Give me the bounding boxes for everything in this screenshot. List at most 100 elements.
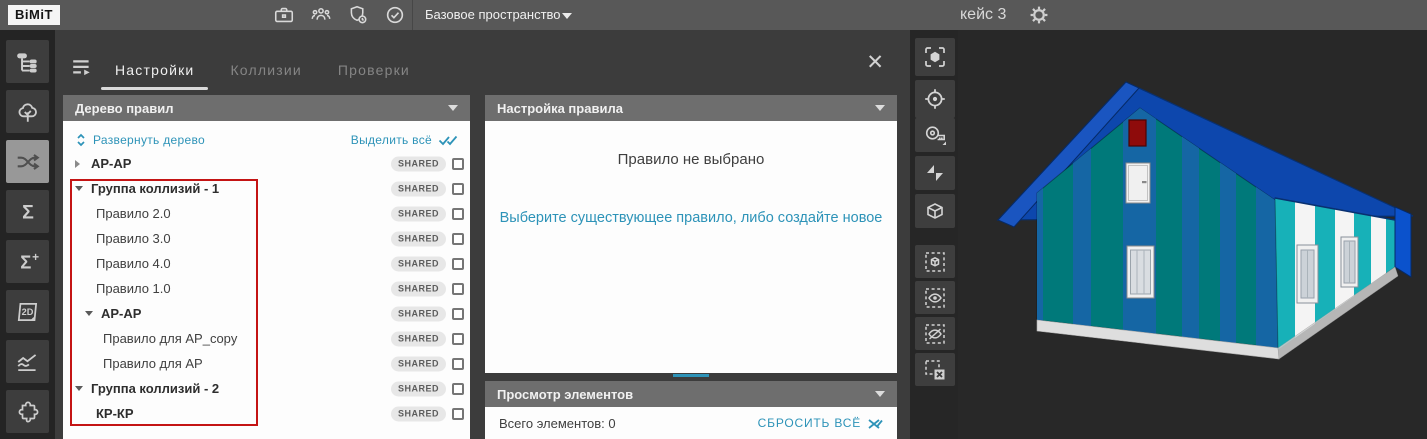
2d-view-icon[interactable]: 2D: [6, 290, 49, 333]
expander-expanded-icon[interactable]: [75, 386, 91, 391]
tree-row-label: АР-АР: [91, 156, 132, 171]
row-checkbox[interactable]: [452, 332, 464, 345]
red-attic-window: [1128, 119, 1147, 147]
tape-measure-icon[interactable]: [915, 118, 955, 152]
show-eye-icon[interactable]: [915, 281, 955, 314]
rule-empty-hint[interactable]: Выберите существующее правило, либо созд…: [485, 210, 897, 226]
shield-clock-icon[interactable]: [346, 3, 370, 27]
house-door: [1125, 162, 1151, 204]
users-icon[interactable]: [309, 3, 333, 27]
expander-expanded-icon[interactable]: [85, 311, 101, 316]
application-window: BiMiT Базовое пространство кейс 3 Σ Σ + …: [0, 0, 1427, 439]
tree-row[interactable]: Правило для АР SHARED: [63, 351, 470, 376]
svg-text:Σ: Σ: [22, 201, 34, 223]
trend-lines-icon[interactable]: [6, 340, 49, 383]
elements-view-body: Всего элементов: 0 СБРОСИТЬ ВСЁ: [485, 407, 897, 439]
tree-row[interactable]: Правило 2.0 SHARED: [63, 201, 470, 226]
tree-row[interactable]: КР-КР SHARED: [63, 401, 470, 426]
tab-collisions[interactable]: Коллизии: [216, 54, 315, 90]
tree-row[interactable]: АР-АР SHARED: [63, 301, 470, 326]
svg-text:+: +: [32, 249, 39, 263]
expand-tree-icon: [77, 133, 85, 146]
puzzle-icon[interactable]: [6, 390, 49, 433]
tree-row[interactable]: Правило для АР_copy SHARED: [63, 326, 470, 351]
tab-checks[interactable]: Проверки: [324, 54, 424, 90]
tree-row[interactable]: Правило 4.0 SHARED: [63, 251, 470, 276]
rule-empty-title: Правило не выбрано: [617, 151, 765, 168]
row-checkbox[interactable]: [452, 382, 464, 395]
row-checkbox[interactable]: [452, 207, 464, 220]
tree-row[interactable]: АР-АР SHARED: [63, 151, 470, 176]
collapse-caret-icon[interactable]: [875, 105, 885, 111]
total-elements-label: Всего элементов: 0: [499, 415, 616, 431]
select-all-label: Выделить всё: [350, 132, 432, 147]
house-roof-fascia: [1394, 206, 1412, 278]
hierarchy-tree-icon[interactable]: [6, 40, 49, 83]
clear-selection-icon[interactable]: [915, 353, 955, 386]
hide-eye-icon[interactable]: [915, 317, 955, 350]
panel-tabs: Настройки Коллизии Проверки: [101, 54, 424, 90]
select-all-link[interactable]: Выделить всё: [351, 133, 458, 147]
sigma-icon[interactable]: Σ: [6, 190, 49, 233]
chevron-down-icon[interactable]: [562, 13, 572, 19]
cloud-tree-icon[interactable]: [6, 90, 49, 133]
isolate-box-icon[interactable]: [915, 245, 955, 278]
section-box-icon[interactable]: [915, 194, 955, 228]
svg-text:Σ: Σ: [20, 251, 31, 272]
rules-tree-title: Дерево правил: [75, 100, 174, 116]
tree-row[interactable]: Группа коллизий - 1 SHARED: [63, 176, 470, 201]
shared-badge: SHARED: [390, 156, 446, 171]
panel-resize-handle[interactable]: [673, 374, 709, 377]
shared-badge: SHARED: [390, 406, 446, 421]
shuffle-icon[interactable]: [6, 140, 49, 183]
tree-row[interactable]: Правило 3.0 SHARED: [63, 226, 470, 251]
elements-view-header[interactable]: Просмотр элементов: [485, 381, 897, 407]
sigma-plus-icon[interactable]: Σ +: [6, 240, 49, 283]
row-checkbox[interactable]: [452, 282, 464, 295]
expand-tree-link[interactable]: Развернуть дерево: [75, 133, 205, 147]
close-icon[interactable]: ✕: [866, 52, 884, 74]
viewport-3d[interactable]: [958, 30, 1427, 439]
shared-badge: SHARED: [390, 231, 446, 246]
shared-badge: SHARED: [390, 381, 446, 396]
row-checkbox[interactable]: [452, 407, 464, 420]
tab-settings[interactable]: Настройки: [101, 54, 209, 90]
target-icon[interactable]: [915, 80, 955, 118]
focus-hexagon-icon[interactable]: [915, 38, 955, 76]
gear-icon[interactable]: [1028, 4, 1050, 26]
row-checkbox[interactable]: [452, 157, 464, 170]
rule-settings-title: Настройка правила: [497, 100, 623, 116]
tree-row-label: Правило 3.0: [96, 231, 171, 246]
row-checkbox[interactable]: [452, 257, 464, 270]
expander-expanded-icon[interactable]: [75, 186, 91, 191]
collapse-caret-icon[interactable]: [875, 391, 885, 397]
shared-badge: SHARED: [390, 356, 446, 371]
rules-tree-header[interactable]: Дерево правил: [63, 95, 470, 121]
expander-collapsed-icon[interactable]: [75, 159, 91, 168]
check-circle-icon[interactable]: [383, 3, 407, 27]
tree-row-label: Группа коллизий - 1: [91, 181, 220, 196]
workspace-selector[interactable]: Базовое пространство: [425, 0, 561, 30]
reset-all-link[interactable]: СБРОСИТЬ ВСЁ: [758, 416, 883, 430]
shared-badge: SHARED: [390, 181, 446, 196]
tree-row-label: АР-АР: [101, 306, 142, 321]
menu-arrow-icon[interactable]: [71, 58, 93, 78]
row-checkbox[interactable]: [452, 357, 464, 370]
rule-settings-header[interactable]: Настройка правила: [485, 95, 897, 121]
rules-tree-rows: АР-АР SHARED Группа коллизий - 1 SHARED …: [63, 151, 470, 426]
tree-row[interactable]: Правило 1.0 SHARED: [63, 276, 470, 301]
row-checkbox[interactable]: [452, 232, 464, 245]
tree-row[interactable]: Группа коллизий - 2 SHARED: [63, 376, 470, 401]
row-checkbox[interactable]: [452, 182, 464, 195]
tree-row-label: Правило для АР: [103, 356, 203, 371]
briefcase-icon[interactable]: [272, 3, 296, 27]
shared-badge: SHARED: [390, 206, 446, 221]
collapse-caret-icon[interactable]: [448, 105, 458, 111]
top-bar-icons: [272, 3, 407, 27]
section-plane-icon[interactable]: [915, 156, 955, 190]
shared-badge: SHARED: [390, 306, 446, 321]
row-checkbox[interactable]: [452, 307, 464, 320]
svg-text:2D: 2D: [21, 307, 33, 317]
shared-badge: SHARED: [390, 256, 446, 271]
case-label: кейс 3: [960, 6, 1007, 23]
